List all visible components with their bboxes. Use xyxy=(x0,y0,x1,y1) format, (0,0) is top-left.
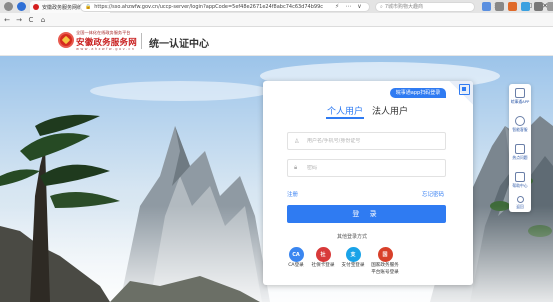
float-item-label: 帮助中心 xyxy=(512,183,528,188)
browser-toolbar-icons xyxy=(482,2,553,11)
float-item-label: 智能客服 xyxy=(512,127,528,132)
username-field[interactable]: ♙ xyxy=(287,132,446,150)
user-icon[interactable] xyxy=(547,2,553,11)
page-title: 统一认证中心 xyxy=(149,39,209,50)
phone-icon xyxy=(515,88,525,98)
social-security-card-icon: 社 xyxy=(315,247,331,262)
username-input[interactable] xyxy=(307,138,437,144)
chevron-down-icon[interactable]: ∨ xyxy=(357,3,361,10)
browser-search-box[interactable]: ⌕ 7城市购物大趣商 xyxy=(375,2,475,12)
app-scan-login-badge[interactable]: 皖事通app扫码登录 xyxy=(390,88,446,98)
forward-button[interactable]: → xyxy=(14,16,24,24)
address-bar[interactable]: 🔒 https://sso.ahzwfw.gov.cn/uccp-server/… xyxy=(80,2,370,12)
social-card-login-option[interactable]: 社 社保卡登录 xyxy=(309,247,337,269)
float-item-hot[interactable]: 热点问题 xyxy=(509,144,531,160)
header-divider xyxy=(141,33,142,49)
float-item-help[interactable]: 帮助中心 xyxy=(509,172,531,188)
help-book-icon xyxy=(515,172,525,182)
alipay-login-option[interactable]: 支 支付宝登录 xyxy=(339,247,367,269)
other-login-title: 其他登录方式 xyxy=(337,234,368,240)
logo-emblem-icon xyxy=(58,32,74,48)
ca-login-label: CA登录 xyxy=(288,263,304,268)
puzzle-icon[interactable] xyxy=(534,2,543,11)
gov-platform-login-label-line1: 国家政务服务 xyxy=(371,263,399,268)
ca-login-option[interactable]: CA CA登录 xyxy=(285,247,307,269)
user-icon: ♙ xyxy=(294,137,300,145)
address-bar-actions: ⚡ ⋯ ∨ xyxy=(335,3,362,10)
gov-platform-login-label-line2: 平台账号登录 xyxy=(371,270,399,275)
headset-icon xyxy=(515,116,525,126)
lock-icon: 🔒 xyxy=(85,4,92,10)
reload-button[interactable]: C xyxy=(26,16,36,24)
float-item-label: 返回 xyxy=(516,204,524,209)
tab-personal-user[interactable]: 个人用户 xyxy=(327,104,363,117)
extension-icon[interactable] xyxy=(482,2,491,11)
float-item-back[interactable]: 返回 xyxy=(509,196,531,209)
mail-icon[interactable] xyxy=(521,2,530,11)
alipay-login-label: 支付宝登录 xyxy=(341,263,365,268)
float-item-service[interactable]: 智能客服 xyxy=(509,116,531,132)
register-link[interactable]: 注册 xyxy=(287,190,298,198)
login-button[interactable]: 登 录 xyxy=(287,205,446,223)
ca-icon: CA xyxy=(288,247,304,262)
browser-navbar: ← → C ⌂ xyxy=(0,13,553,27)
float-item-label: 热点问题 xyxy=(512,155,528,160)
browser-shield-icon[interactable] xyxy=(17,2,26,11)
site-favicon-icon xyxy=(33,4,39,10)
download-icon[interactable] xyxy=(495,2,504,11)
logo-url: www.ahzwfw.gov.cn xyxy=(76,47,136,51)
search-placeholder: 7城市购物大趣商 xyxy=(384,4,423,10)
float-item-label: 皖事通APP xyxy=(510,99,530,104)
search-icon: ⌕ xyxy=(380,4,383,10)
password-input[interactable] xyxy=(307,165,437,171)
url-text: https://sso.ahzwfw.gov.cn/uccp-server/lo… xyxy=(94,4,323,10)
social-card-login-label: 社保卡登录 xyxy=(311,263,335,268)
question-icon xyxy=(515,144,525,154)
game-icon[interactable] xyxy=(508,2,517,11)
qr-code-icon[interactable] xyxy=(459,84,470,95)
lightning-icon[interactable]: ⚡ xyxy=(335,3,339,10)
lock-icon: 🔒︎ xyxy=(294,164,298,171)
tab-legal-user[interactable]: 法人用户 xyxy=(372,104,408,117)
home-button[interactable]: ⌂ xyxy=(38,16,48,24)
back-button[interactable]: ← xyxy=(2,16,12,24)
active-tab-indicator xyxy=(326,117,364,119)
gov-platform-login-option[interactable]: 国 国家政务服务 平台账号登录 xyxy=(369,247,401,276)
alipay-icon: 支 xyxy=(345,247,361,262)
national-emblem-icon: 国 xyxy=(377,247,393,262)
more-icon[interactable]: ⋯ xyxy=(345,3,351,10)
forgot-password-link[interactable]: 忘记密码 xyxy=(422,190,444,198)
back-top-icon xyxy=(516,196,524,203)
browser-profile-icon[interactable] xyxy=(4,2,13,11)
password-field[interactable]: 🔒︎ xyxy=(287,159,446,177)
float-item-app[interactable]: 皖事通APP xyxy=(509,88,531,104)
